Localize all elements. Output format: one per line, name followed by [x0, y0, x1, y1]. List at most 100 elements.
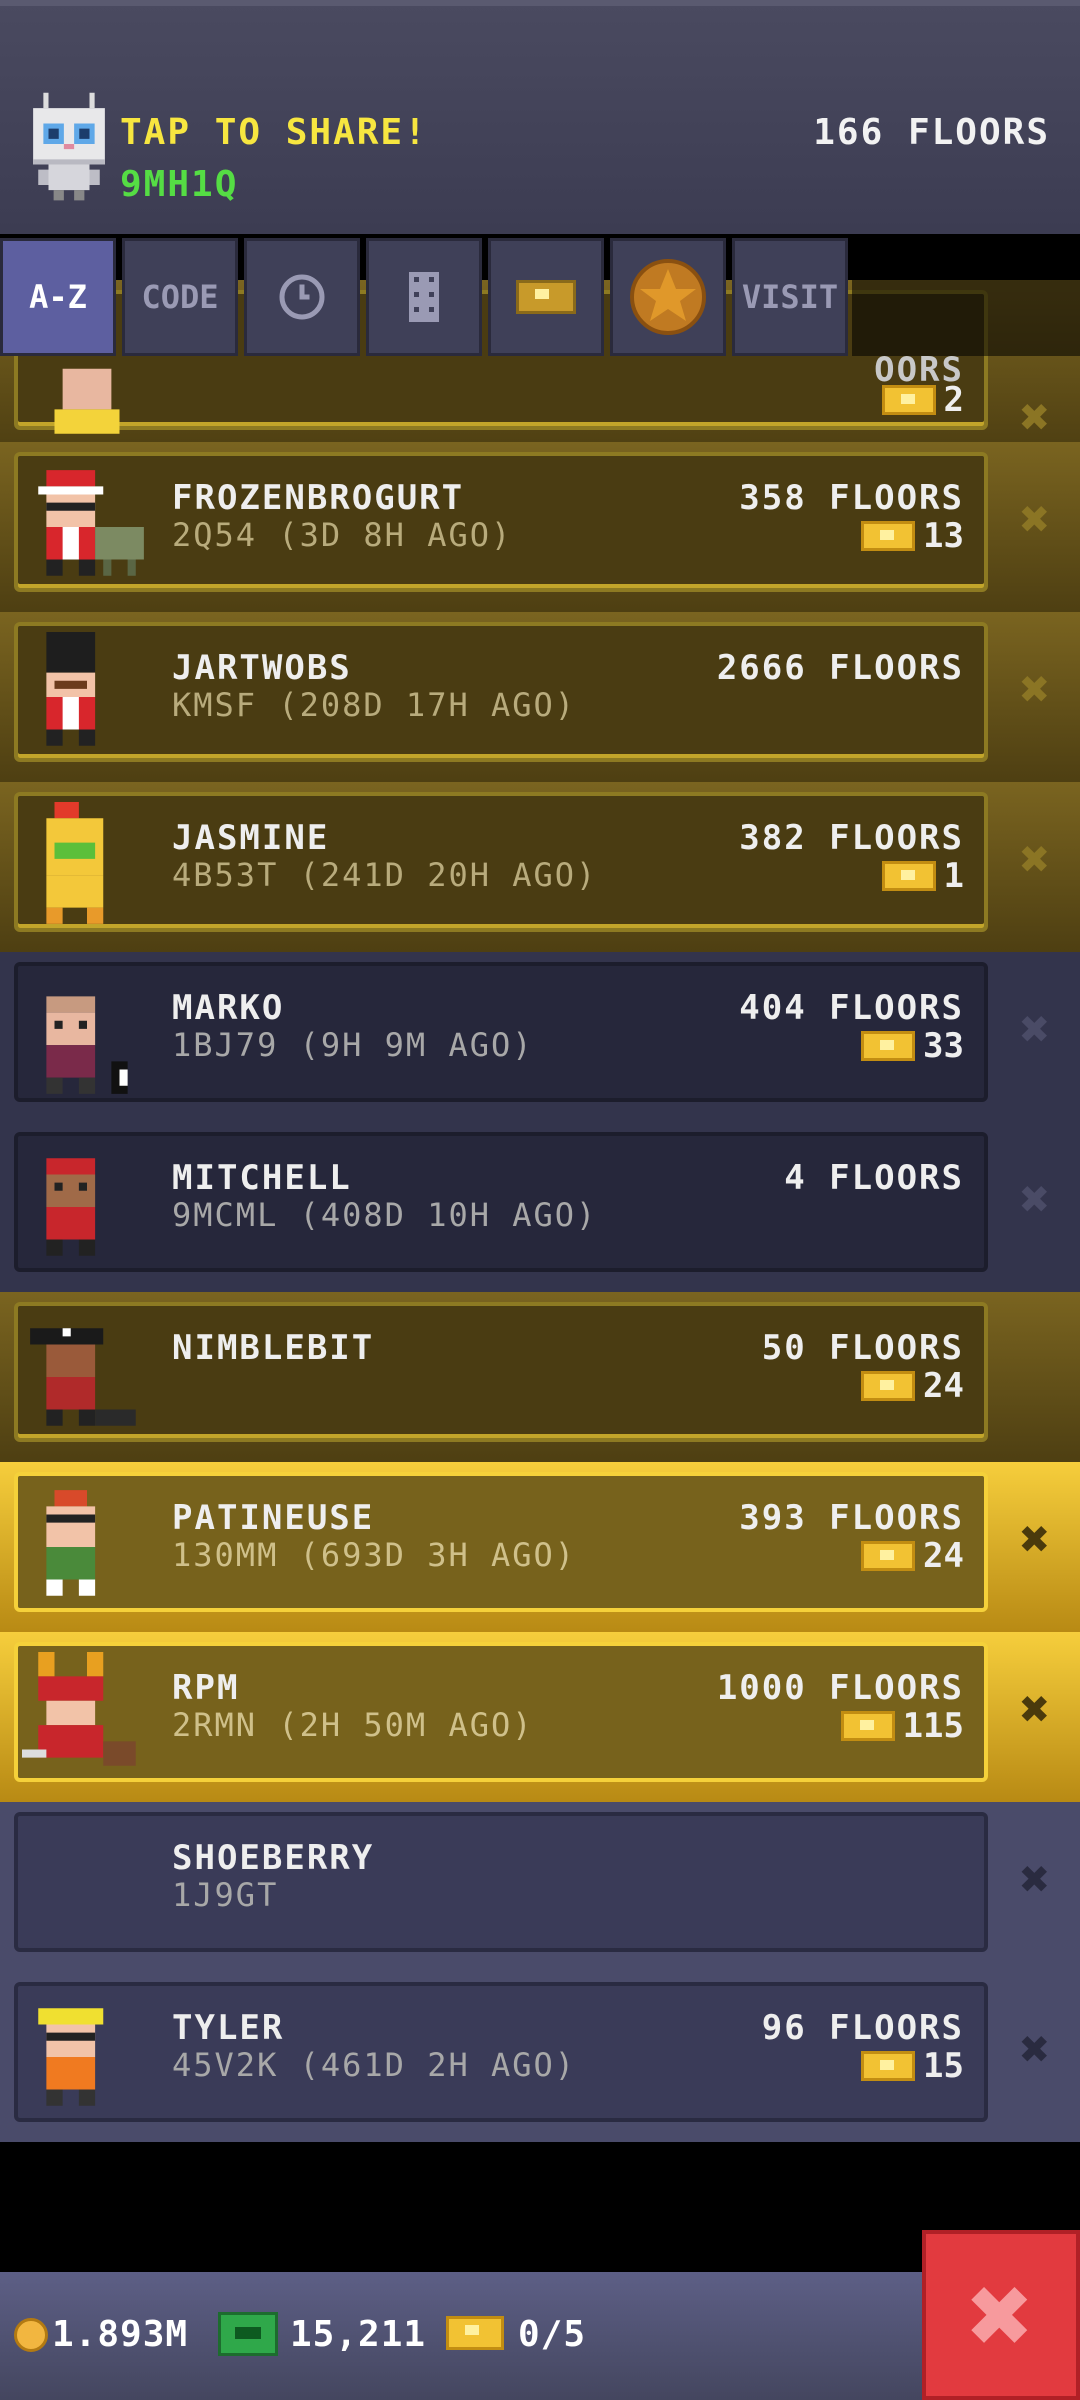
friend-code: 45V2K (461D 2H AGO) — [172, 2046, 577, 2084]
currency-bar: 1.893M 15,211 0/5 — [0, 2272, 1080, 2400]
cash-value: 15,211 — [290, 2314, 427, 2355]
avatar — [46, 632, 96, 746]
coin-icon — [14, 2318, 48, 2352]
player-code: 9MH1Q — [120, 164, 239, 205]
clock-icon — [279, 274, 325, 320]
friend-name: MARKO — [172, 988, 285, 1028]
avatar — [46, 996, 128, 1094]
remove-friend-button[interactable]: ✖ — [1008, 1000, 1062, 1058]
friend-floors: 4 FLOORS — [784, 1158, 964, 1198]
friend-row-shoeberry[interactable]: SHOEBERRY 1J9GT ✖ — [0, 1802, 1080, 1972]
tab-a-z[interactable]: A-Z — [0, 238, 116, 356]
tab-recent[interactable] — [244, 238, 360, 356]
friend-code: 2RMN (2H 50M AGO) — [172, 1706, 534, 1744]
friend-floors: 404 FLOORS — [739, 988, 964, 1028]
friend-name: FROZENBROGURT — [172, 478, 465, 518]
friend-name: PATINEUSE — [172, 1498, 375, 1538]
friend-card — [14, 1812, 988, 1952]
robot-avatar-icon[interactable] — [28, 86, 110, 202]
ticket-icon — [861, 1541, 916, 1571]
friend-row-nimblebit[interactable]: NIMBLEBIT 50 FLOORS 24 — [0, 1292, 1080, 1462]
friend-row-mitchell[interactable]: MITCHELL 9MCML (408D 10H AGO) 4 FLOORS ✖ — [0, 1122, 1080, 1292]
friend-bux: 115 — [840, 1706, 964, 1746]
ticket-icon — [861, 2051, 916, 2081]
tab-code[interactable]: CODE — [122, 238, 238, 356]
tower-icon — [409, 272, 439, 322]
coins-value: 1.893M — [52, 2314, 189, 2355]
remove-friend-button[interactable]: ✖ — [1008, 830, 1062, 888]
ticket-icon — [861, 521, 916, 551]
tab-vip[interactable] — [610, 238, 726, 356]
ticket-icon — [446, 2316, 504, 2350]
friend-code: 9MCML (408D 10H AGO) — [172, 1196, 598, 1234]
sort-tabs: A-Z CODE VISIT — [0, 238, 1080, 356]
friend-row-frozenbrogurt[interactable]: FROZENBROGURT 2Q54 (3D 8H AGO) 358 FLOOR… — [0, 442, 1080, 612]
avatar — [30, 1328, 136, 1426]
remove-friend-button[interactable]: ✖ — [1008, 1510, 1062, 1568]
header: TAP TO SHARE! 9MH1Q 166 FLOORS — [0, 0, 1080, 234]
ticket-icon — [881, 861, 936, 891]
friend-name: SHOEBERRY — [172, 1838, 375, 1878]
close-button[interactable]: ✖ — [922, 2230, 1080, 2400]
ticket-icon — [516, 280, 576, 314]
friend-bux: 24 — [861, 1536, 964, 1576]
ticket-icon — [840, 1711, 895, 1741]
friend-floors: 2666 FLOORS — [716, 648, 964, 688]
bux-value: 0/5 — [518, 2314, 587, 2355]
friend-row-jasmine[interactable]: JASMINE 4B53T (241D 20H AGO) 382 FLOORS … — [0, 782, 1080, 952]
tap-to-share-text[interactable]: TAP TO SHARE! — [120, 112, 428, 153]
friend-code: 4B53T (241D 20H AGO) — [172, 856, 598, 894]
friend-floors: 96 FLOORS — [761, 2008, 964, 2048]
avatar — [46, 1158, 96, 1256]
remove-friend-button[interactable]: ✖ — [1008, 490, 1062, 548]
avatar — [46, 1490, 96, 1596]
cash-icon — [218, 2312, 278, 2356]
friend-bux: 2 — [881, 380, 964, 420]
friend-name: TYLER — [172, 2008, 285, 2048]
avatar — [38, 2008, 104, 2106]
friend-bux: 33 — [861, 1026, 964, 1066]
friend-name: RPM — [172, 1668, 240, 1708]
tab-floors[interactable] — [366, 238, 482, 356]
remove-friend-button[interactable]: ✖ — [1008, 660, 1062, 718]
remove-friend-button[interactable]: ✖ — [1008, 388, 1062, 446]
friend-bux: 15 — [861, 2046, 964, 2086]
friend-floors: 358 FLOORS — [739, 478, 964, 518]
star-icon — [630, 259, 706, 335]
remove-friend-button[interactable]: ✖ — [1008, 1170, 1062, 1228]
friend-code: KMSF (208D 17H AGO) — [172, 686, 577, 724]
total-floors: 166 FLOORS — [813, 112, 1050, 153]
tab-visit[interactable]: VISIT — [732, 238, 848, 356]
friend-floors: 1000 FLOORS — [716, 1668, 964, 1708]
avatar — [38, 470, 144, 576]
friend-row-jartwobs[interactable]: JARTWOBS KMSF (208D 17H AGO) 2666 FLOORS… — [0, 612, 1080, 782]
tab-bar-overlay — [852, 238, 1080, 356]
friend-row-patineuse[interactable]: PATINEUSE 130MM (693D 3H AGO) 393 FLOORS… — [0, 1462, 1080, 1632]
avatar — [22, 1652, 136, 1766]
avatar — [46, 802, 104, 924]
friend-bux: 13 — [861, 516, 964, 556]
friend-card — [14, 1302, 988, 1442]
ticket-icon — [881, 385, 936, 415]
friend-code: 1J9GT — [172, 1876, 279, 1914]
friend-name: JARTWOBS — [172, 648, 352, 688]
friend-floors: 382 FLOORS — [739, 818, 964, 858]
remove-friend-button[interactable]: ✖ — [1008, 1680, 1062, 1738]
friend-bux: 24 — [861, 1366, 964, 1406]
friend-bux: 1 — [881, 856, 964, 896]
remove-friend-button[interactable]: ✖ — [1008, 1850, 1062, 1908]
friend-code: 130MM (693D 3H AGO) — [172, 1536, 577, 1574]
ticket-icon — [861, 1031, 916, 1061]
ticket-icon — [861, 1371, 916, 1401]
friend-row-rpm[interactable]: RPM 2RMN (2H 50M AGO) 1000 FLOORS 115 ✖ — [0, 1632, 1080, 1802]
tab-bux[interactable] — [488, 238, 604, 356]
friend-name: MITCHELL — [172, 1158, 352, 1198]
friend-row-tyler[interactable]: TYLER 45V2K (461D 2H AGO) 96 FLOORS 15 ✖ — [0, 1972, 1080, 2142]
friend-row-marko[interactable]: MARKO 1BJ79 (9H 9M AGO) 404 FLOORS 33 ✖ — [0, 952, 1080, 1122]
friend-floors: 50 FLOORS — [761, 1328, 964, 1368]
remove-friend-button[interactable]: ✖ — [1008, 2020, 1062, 2078]
friend-name: NIMBLEBIT — [172, 1328, 375, 1368]
friend-code: 2Q54 (3D 8H AGO) — [172, 516, 513, 554]
friend-floors: 393 FLOORS — [739, 1498, 964, 1538]
friend-name: JASMINE — [172, 818, 330, 858]
